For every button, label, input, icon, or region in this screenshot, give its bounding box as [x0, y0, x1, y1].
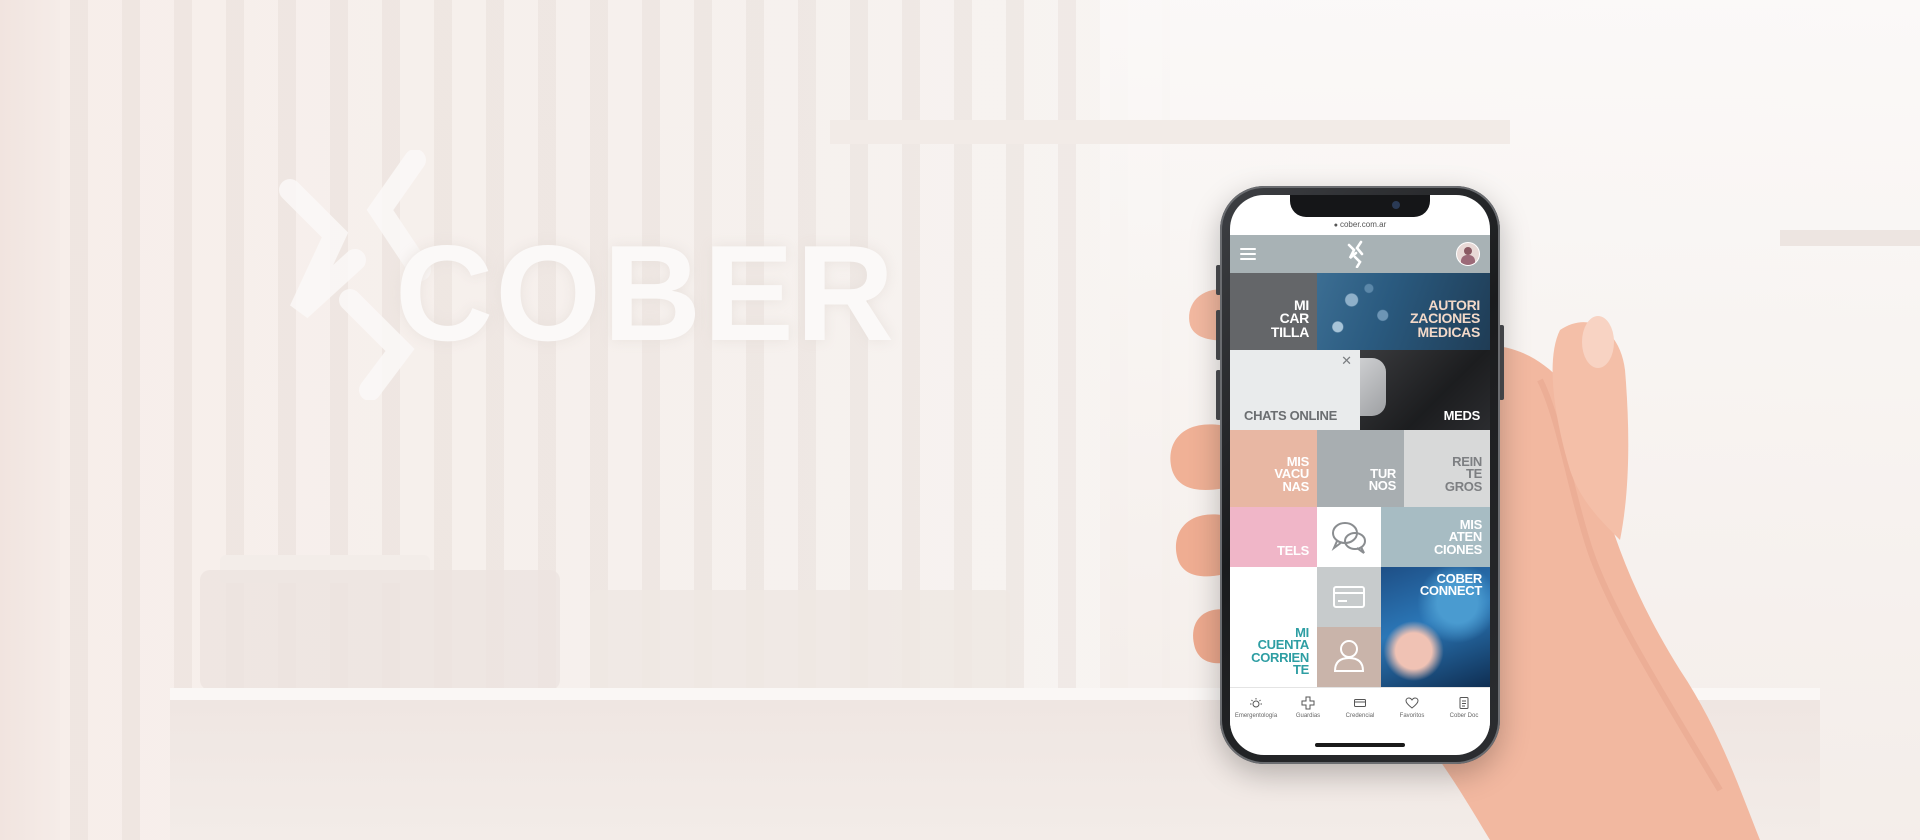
user-avatar-icon[interactable]: [1456, 242, 1480, 266]
background-wall-edge: [0, 0, 60, 840]
credential-card-icon: [1354, 699, 1366, 707]
tile-mi-cartilla[interactable]: MI CAR TILLA: [1230, 273, 1317, 350]
tile-reintegros[interactable]: REIN TE GROS: [1404, 430, 1490, 507]
tile-label-line: MEDICAS: [1417, 323, 1481, 340]
tile-label-line: TE: [1292, 662, 1309, 678]
nav-label: Cober Doc: [1449, 713, 1479, 719]
tile-cober-connect[interactable]: COBER CONNECT: [1381, 567, 1490, 687]
document-icon: [1459, 697, 1469, 709]
nav-label: Favoritos: [1399, 713, 1425, 719]
background-printer: [200, 570, 560, 690]
device-image: [1360, 358, 1386, 416]
chat-bubbles-icon: [1331, 522, 1366, 554]
user-icon: [1333, 640, 1365, 672]
lock-icon: ●: [1333, 222, 1338, 229]
nav-emergentologia[interactable]: Emergentología: [1231, 696, 1281, 719]
app-header: [1230, 235, 1490, 273]
tile-chats-online[interactable]: ✕ CHATS ONLINE: [1230, 350, 1360, 430]
tile-user-shortcut[interactable]: [1317, 627, 1381, 687]
nav-label: Emergentología: [1234, 713, 1278, 719]
cober-logo-icon[interactable]: [1346, 240, 1366, 268]
tile-autorizaciones-medicas[interactable]: AUTORI ZACIONES MEDICAS: [1317, 273, 1490, 350]
browser-url-bar[interactable]: ● cober.com.ar: [1230, 217, 1490, 233]
tile-turnos[interactable]: TUR NOS: [1317, 430, 1404, 507]
tile-card-shortcut[interactable]: [1317, 567, 1381, 627]
home-indicator[interactable]: [1315, 743, 1405, 747]
nav-label: Credencial: [1345, 713, 1375, 719]
tile-label-line: NAS: [1282, 478, 1309, 494]
nav-label: Guardias: [1295, 713, 1321, 719]
tile-meds[interactable]: MEDS: [1360, 350, 1490, 430]
tile-label-line: CIONES: [1433, 541, 1482, 557]
tile-mis-atenciones[interactable]: MIS ATEN CIONES: [1381, 507, 1490, 567]
tile-mis-vacunas[interactable]: MIS VACU NAS: [1230, 430, 1317, 507]
background-shelf-right: [1780, 230, 1920, 246]
plus-icon: [1301, 696, 1315, 710]
tile-mi-cuenta-corriente[interactable]: MI CUENTA CORRIEN TE: [1230, 567, 1317, 687]
tile-label-line: CONNECT: [1419, 583, 1482, 599]
close-icon[interactable]: ✕: [1341, 354, 1352, 367]
tile-label: MEDS: [1443, 407, 1481, 423]
tile-label-line: GROS: [1444, 478, 1482, 494]
heart-icon: [1405, 697, 1419, 709]
tile-label: CHATS ONLINE: [1244, 407, 1337, 423]
nav-credencial[interactable]: Credencial: [1335, 696, 1385, 719]
camera-dot: [1392, 201, 1400, 209]
tile-tels[interactable]: TELS: [1230, 507, 1317, 567]
url-text: cober.com.ar: [1339, 220, 1387, 229]
sun-icon: [1250, 698, 1262, 708]
credit-card-icon: [1333, 586, 1365, 608]
tile-chat-shortcut[interactable]: [1317, 507, 1381, 567]
nav-guardias[interactable]: Guardias: [1283, 696, 1333, 719]
tile-label-line: NOS: [1368, 478, 1397, 494]
phone-notch: [1290, 195, 1430, 217]
phone-screen: ● cober.com.ar MI CAR TILLA AUTORI ZACION…: [1230, 195, 1490, 755]
hamburger-icon[interactable]: [1240, 248, 1256, 260]
bottom-navigation: Emergentología Guardias Credencial Favor…: [1230, 687, 1490, 739]
nav-cober-doc[interactable]: Cober Doc: [1439, 696, 1489, 719]
tile-label-line: TILLA: [1270, 323, 1309, 340]
nav-favoritos[interactable]: Favoritos: [1387, 696, 1437, 719]
background-brand-text: COBER: [395, 217, 897, 369]
background-shelf: [830, 120, 1510, 144]
tile-label: TELS: [1276, 542, 1309, 558]
